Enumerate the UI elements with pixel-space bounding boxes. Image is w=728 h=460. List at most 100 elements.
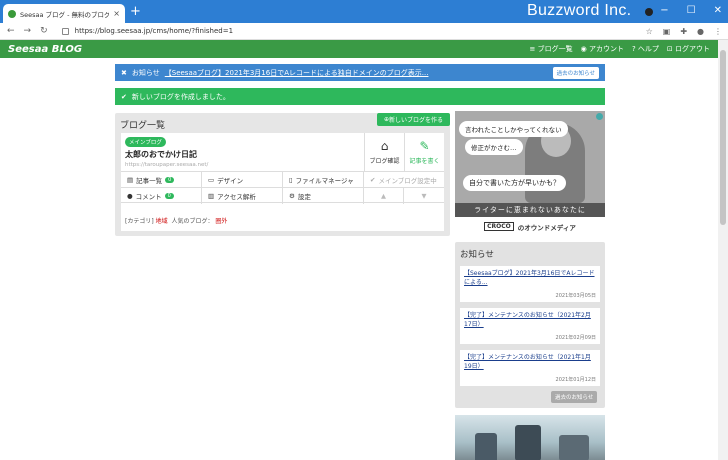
menu-icon[interactable]: ⋮	[714, 27, 722, 36]
photo-person-2	[515, 425, 541, 460]
notice-link[interactable]: 【Seesaaブログ】2021年3月16日でAレコードによる独自ドメインのブログ…	[165, 68, 429, 78]
scrollbar-thumb[interactable]	[720, 50, 726, 225]
ad-footer: CROCO のオウンドメディア	[455, 217, 605, 236]
category-info: [カテゴリ] 地域 人気のブログ： 圏外	[125, 216, 227, 225]
menu-account[interactable]: ◉ アカウント	[581, 44, 624, 54]
file-manager-label: ファイルマネージャ	[295, 177, 354, 185]
reload-icon[interactable]: ↻	[40, 26, 48, 36]
advertisement[interactable]: 言われたことしかやってくれない 修正がかさむ… 自分で書いた方が早いかも？ ライ…	[455, 111, 605, 236]
blog-card: メインブログ 太郎のおでかけ日記 https://taroupaper.sees…	[121, 133, 444, 231]
settings-link[interactable]: ⚙ 設定	[283, 188, 364, 204]
panel-title: ブログ一覧	[120, 121, 166, 131]
view-blog-label: ブログ確認	[369, 158, 400, 165]
menu-blog-list[interactable]: ≡ ブログ一覧	[530, 44, 573, 54]
menu-help[interactable]: ? ヘルプ	[632, 44, 659, 54]
news-item-date: 2021年03月05日	[555, 293, 596, 299]
main-blog-label: メインブログ設定中	[378, 177, 437, 185]
category-value[interactable]: 地域	[156, 218, 168, 225]
news-item-text[interactable]: 【完了】メンテナンスのお知らせ（2021年2月17日）	[464, 311, 596, 329]
forward-icon[interactable]: →	[24, 26, 32, 36]
move-up-icon[interactable]: ▲	[364, 188, 404, 204]
news-item[interactable]: 【完了】メンテナンスのお知らせ（2021年2月17日） 2021年02月09日	[460, 308, 600, 344]
minimize-icon[interactable]: −	[660, 5, 668, 16]
comments-link[interactable]: ● コメント 0	[121, 188, 202, 204]
brand-watermark: Buzzword Inc.	[527, 2, 632, 19]
settings-label: 設定	[297, 193, 311, 201]
close-icon[interactable]: ✖	[121, 69, 127, 77]
new-blog-label: 新しいブログを作る	[389, 117, 444, 124]
main-blog-badge: メインブログ	[125, 137, 166, 147]
access-link[interactable]: ▥ アクセス解析	[202, 188, 283, 204]
ad-brand-box: CROCO	[484, 222, 514, 231]
site-header: Seesaa BLOG ≡ ブログ一覧 ◉ アカウント ? ヘルプ ⊡ ログアウ…	[0, 40, 718, 58]
success-message: 新しいブログを作成しました。	[131, 92, 230, 101]
menu-label: ログアウト	[675, 45, 710, 53]
photo-person-3	[559, 435, 589, 460]
url-field[interactable]: https://blog.seesaa.jp/cms/home/?finishe…	[75, 27, 233, 35]
articles-count: 0	[165, 177, 175, 183]
news-item-text[interactable]: 【Seesaaブログ】2021年3月16日でAレコードによる...	[464, 269, 596, 287]
tab-title: Seesaa ブログ - 無料のブログ(blog) ...	[20, 10, 110, 19]
profile-icon[interactable]	[645, 8, 653, 16]
blog-menu-grid: ▤ 記事一覧 0 ▭ デザイン ▯ ファイルマネージャ ✔ メインブログ設定中 ●…	[121, 171, 444, 204]
comments-count: 0	[164, 193, 174, 199]
news-past-button[interactable]: 過去のお知らせ	[551, 391, 598, 403]
ad-bubble-1: 言われたことしかやってくれない	[459, 121, 568, 137]
extension-icon[interactable]: ▣	[663, 27, 671, 36]
ad-photo-banner[interactable]	[455, 415, 605, 460]
account-icon[interactable]: ●	[697, 27, 704, 36]
news-item[interactable]: 【完了】メンテナンスのお知らせ（2021年1月19日） 2021年01月12日	[460, 350, 600, 386]
notice-banner: ✖ お知らせ 【Seesaaブログ】2021年3月16日でAレコードによる独自ド…	[115, 64, 605, 81]
new-tab-button[interactable]: +	[130, 5, 141, 18]
past-notices-button[interactable]: 過去のお知らせ	[552, 66, 599, 79]
comments-label: コメント	[135, 193, 162, 201]
articles-link[interactable]: ▤ 記事一覧 0	[121, 172, 202, 188]
popular-label: 人気のブログ：	[171, 218, 214, 225]
articles-label: 記事一覧	[136, 177, 163, 185]
ad-bubble-3: 自分で書いた方が早いかも？	[463, 175, 566, 191]
design-label: デザイン	[217, 177, 244, 185]
design-link[interactable]: ▭ デザイン	[202, 172, 283, 188]
maximize-icon[interactable]: ☐	[687, 5, 696, 16]
address-bar: ← → ↻ https://blog.seesaa.jp/cms/home/?f…	[0, 23, 728, 40]
news-item-text[interactable]: 【完了】メンテナンスのお知らせ（2021年1月19日）	[464, 353, 596, 371]
menu-label: ヘルプ	[637, 45, 659, 53]
ad-bubble-2: 修正がかさむ…	[465, 139, 523, 155]
blog-list-panel: ブログ一覧 ⊕ 新しいブログを作る メインブログ 太郎のおでかけ日記 https…	[115, 113, 450, 236]
seesaa-logo[interactable]: Seesaa BLOG	[8, 44, 82, 55]
write-article-label: 記事を書く	[409, 158, 440, 165]
browser-tab[interactable]: Seesaa ブログ - 無料のブログ(blog) ... ×	[3, 4, 125, 23]
news-item[interactable]: 【Seesaaブログ】2021年3月16日でAレコードによる... 2021年03…	[460, 266, 600, 302]
scrollbar[interactable]	[718, 40, 728, 460]
back-icon[interactable]: ←	[7, 26, 15, 36]
blog-url[interactable]: https://taroupaper.seesaa.net/	[125, 162, 208, 168]
close-window-icon[interactable]: ✕	[714, 5, 722, 16]
popular-value: 圏外	[215, 218, 228, 225]
blog-name[interactable]: 太郎のおでかけ日記	[125, 149, 197, 160]
move-down-icon[interactable]: ▼	[404, 188, 444, 204]
new-blog-button[interactable]: ⊕ 新しいブログを作る	[377, 113, 450, 126]
write-article-button[interactable]: ✎ 記事を書く	[404, 133, 444, 171]
check-icon: ✔	[121, 92, 127, 101]
access-label: アクセス解析	[217, 193, 256, 201]
home-icon: ⌂	[380, 139, 389, 153]
ad-info-icon[interactable]	[596, 113, 603, 120]
view-blog-button[interactable]: ⌂ ブログ確認	[364, 133, 404, 171]
notice-label: お知らせ	[131, 68, 160, 77]
tab-close-icon[interactable]: ×	[113, 9, 120, 18]
window-controls: − ☐ ✕	[660, 5, 722, 16]
favicon-icon	[8, 9, 16, 18]
category-label: [カテゴリ]	[125, 218, 154, 225]
lock-icon[interactable]	[61, 27, 69, 35]
file-manager-link[interactable]: ▯ ファイルマネージャ	[283, 172, 364, 188]
main-blog-setting: ✔ メインブログ設定中	[370, 176, 437, 185]
success-banner: ✔ 新しいブログを作成しました。	[115, 88, 605, 105]
menu-label: ブログ一覧	[537, 45, 573, 53]
photo-person-1	[475, 433, 497, 460]
news-item-date: 2021年02月09日	[555, 335, 596, 341]
ad-brand-text: のオウンドメディア	[517, 223, 576, 232]
puzzle-icon[interactable]: ✚	[680, 27, 687, 36]
news-panel: お知らせ 【Seesaaブログ】2021年3月16日でAレコードによる... 20…	[455, 242, 605, 408]
menu-logout[interactable]: ⊡ ログアウト	[667, 44, 710, 54]
star-icon[interactable]: ☆	[646, 27, 653, 36]
